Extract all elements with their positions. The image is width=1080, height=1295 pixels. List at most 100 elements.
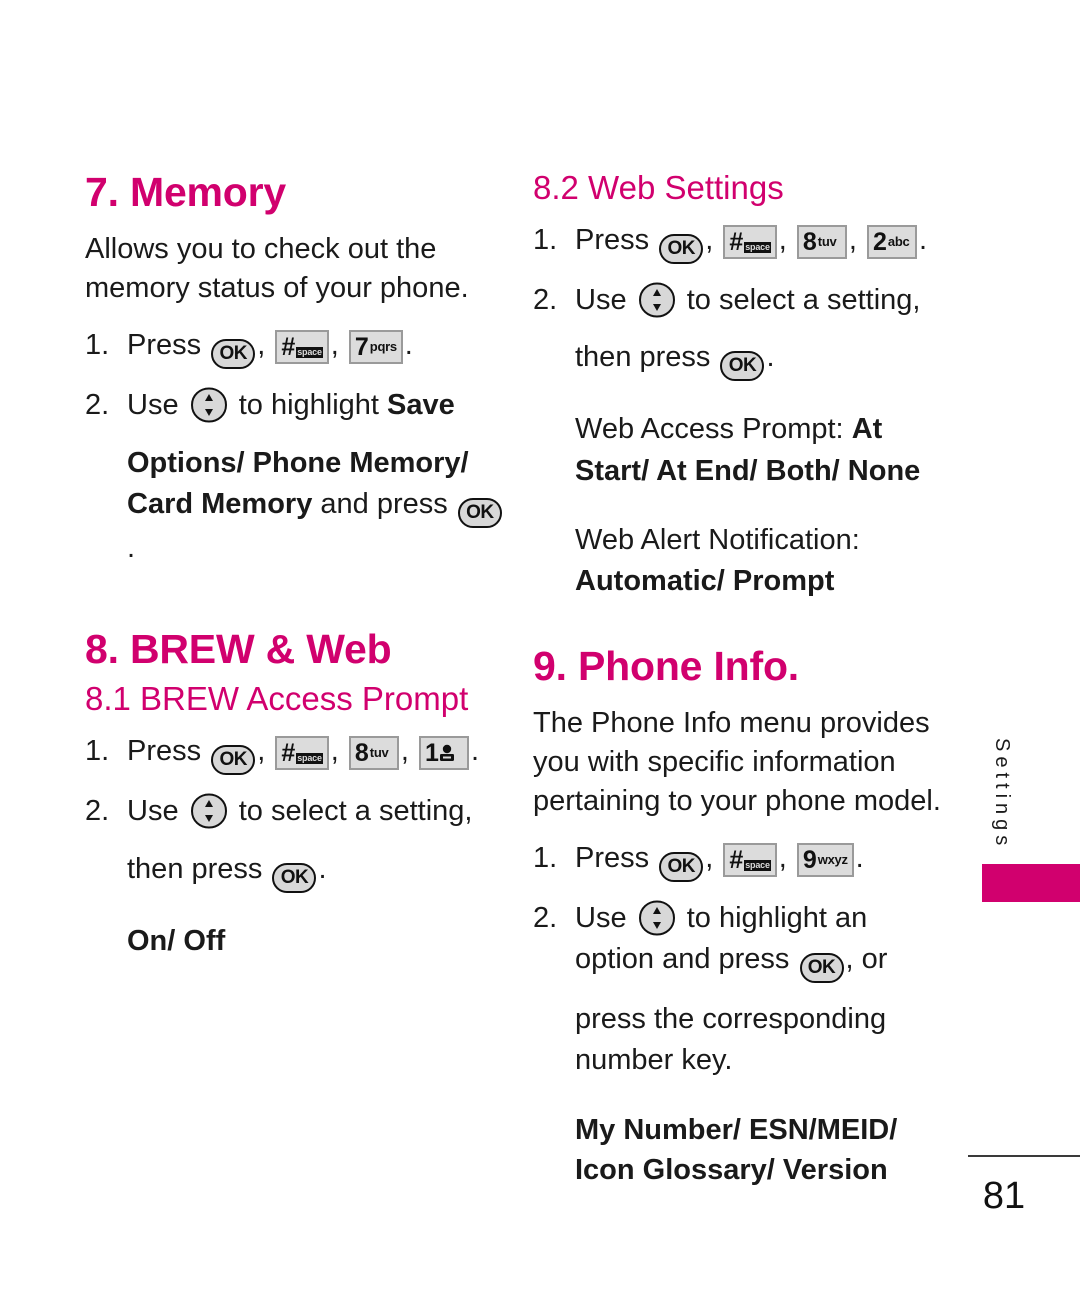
web-settings-step-1-press-label: Press	[575, 224, 650, 257]
voicemail-icon	[438, 742, 456, 774]
web-settings-step-2-continued: then press OK.	[533, 337, 953, 382]
phone-info-step-1: 1. Press OK, # space, 9 wxyz.	[533, 838, 953, 883]
eight-tuv-key-icon[interactable]: 8 tuv	[348, 736, 399, 771]
hash-space-key-icon[interactable]: # space	[723, 843, 777, 878]
memory-step-2-tail: and press	[320, 487, 448, 520]
nine-wxyz-key-icon[interactable]: 9 wxyz	[796, 843, 854, 878]
phone-info-step-2-number: 2.	[533, 902, 558, 935]
memory-step-1-period: .	[404, 329, 413, 362]
page-number: 81	[982, 1175, 1026, 1217]
eight-tuv-key-icon[interactable]: 8 tuv	[796, 225, 847, 260]
brew-step-2-number: 2.	[85, 795, 110, 828]
memory-step-1-comma-1: ,	[257, 329, 266, 362]
phone-info-step-1-press-label: Press	[575, 842, 650, 875]
phone-info-options-values: My Number/ ESN/MEID/ Icon Glossary/ Vers…	[575, 1113, 898, 1186]
navigation-key-icon[interactable]	[190, 387, 228, 423]
lock-icon	[744, 230, 771, 253]
brew-step-2-mid-text: to select a setting,	[238, 795, 473, 828]
brew-step-2-use-label: Use	[127, 795, 179, 828]
side-tab-block	[982, 864, 1080, 902]
ok-key-icon[interactable]: OK	[799, 953, 844, 984]
memory-step-2-period: .	[127, 531, 136, 564]
navigation-key-icon[interactable]	[190, 793, 228, 829]
ok-key-icon[interactable]: OK	[659, 852, 704, 883]
brew-options-values: On/ Off	[127, 924, 226, 957]
hash-space-key-icon[interactable]: # space	[275, 736, 329, 771]
heading-phone-info: 9. Phone Info.	[533, 643, 799, 690]
lock-icon	[744, 848, 771, 871]
memory-intro-text: Allows you to check out the memory statu…	[85, 233, 469, 304]
ok-key-icon[interactable]: OK	[659, 234, 704, 265]
ok-key-icon[interactable]: OK	[272, 862, 317, 893]
brew-step-1-comma-2: ,	[330, 735, 339, 768]
phone-info-step-2: 2. Use to highlight an option and press O…	[533, 898, 953, 984]
lock-icon	[296, 335, 323, 358]
web-settings-step-1-comma-3: ,	[848, 224, 857, 257]
navigation-key-icon[interactable]	[638, 900, 676, 936]
hash-space-key-icon[interactable]: # space	[723, 225, 777, 260]
phone-info-step-1-number: 1.	[533, 842, 558, 875]
ok-key-icon[interactable]: OK	[457, 497, 502, 528]
web-settings-step-2-then-press: then press	[575, 341, 711, 374]
ok-key-icon[interactable]: OK	[211, 745, 256, 776]
navigation-key-icon[interactable]	[638, 282, 676, 318]
web-settings-step-2-number: 2.	[533, 284, 558, 317]
footer-rule	[968, 1155, 1080, 1157]
memory-step-2-mid-text: to highlight	[238, 389, 379, 422]
memory-step-2-use-label: Use	[127, 389, 179, 422]
memory-step-2-number: 2.	[85, 389, 110, 422]
memory-step-2-continued: Options/ Phone Memory/ Card Memory and p…	[85, 443, 505, 569]
right-column: 8.2 Web Settings 1. Press OK, # space, 8 tu…	[533, 169, 953, 1206]
two-abc-key-icon[interactable]: 2 abc	[867, 225, 918, 260]
web-settings-step-2-use-label: Use	[575, 284, 627, 317]
memory-step-1: 1. Press OK, # space, 7 pqrs.	[85, 325, 505, 370]
memory-step-2: 2. Use to highlight Save	[85, 385, 505, 426]
heading-web-settings: 8.2 Web Settings	[533, 169, 784, 206]
web-access-prompt-setting: Web Access Prompt: At Start/ At End/ Bot…	[533, 409, 953, 491]
brew-step-1-comma-1: ,	[257, 735, 266, 768]
memory-step-2-bold-inline: Save	[387, 389, 455, 422]
hash-space-key-icon[interactable]: # space	[275, 330, 329, 365]
memory-step-1-number: 1.	[85, 329, 110, 362]
web-alert-notification-setting: Web Alert Notification: Automatic/ Promp…	[533, 520, 953, 602]
seven-pqrs-key-icon[interactable]: 7 pqrs	[348, 330, 403, 365]
one-voicemail-key-icon[interactable]: 1	[419, 736, 470, 771]
phone-info-step-2-comma: , or	[845, 943, 888, 976]
brew-step-2-continued: then press OK.	[85, 849, 505, 893]
web-access-prompt-label: Web Access Prompt:	[575, 413, 844, 446]
phone-info-intro-text: The Phone Info menu provides you with sp…	[533, 707, 941, 817]
lock-icon	[296, 741, 323, 764]
memory-step-1-comma-2: ,	[330, 329, 339, 362]
brew-step-2-then-press: then press	[127, 852, 263, 885]
brew-step-1-press-label: Press	[127, 735, 202, 768]
web-settings-step-1-comma-1: ,	[705, 224, 714, 257]
brew-step-1-comma-3: ,	[400, 735, 409, 768]
brew-step-2: 2. Use to select a setting,	[85, 791, 505, 832]
web-alert-notification-label: Web Alert Notification:	[575, 523, 860, 556]
phone-info-step-2-use-label: Use	[575, 902, 627, 935]
phone-info-step-2-continued: press the corresponding number key.	[575, 1003, 887, 1077]
brew-step-1-period: .	[471, 735, 480, 768]
phone-info-step-1-period: .	[855, 842, 864, 875]
manual-page: 7. Memory Allows you to check out the me…	[0, 0, 1080, 1295]
memory-step-1-press-label: Press	[127, 329, 202, 362]
phone-info-step-1-comma-2: ,	[778, 842, 787, 875]
web-alert-notification-values: Automatic/ Prompt	[575, 564, 835, 597]
web-settings-step-2: 2. Use to select a setting,	[533, 280, 953, 321]
brew-step-2-period: .	[318, 852, 327, 885]
heading-brew-web: 8. BREW & Web	[85, 625, 392, 672]
heading-brew-access-prompt: 8.1 BREW Access Prompt	[85, 680, 469, 718]
phone-info-step-1-comma-1: ,	[705, 842, 714, 875]
ok-key-icon[interactable]: OK	[720, 351, 765, 382]
ok-key-icon[interactable]: OK	[211, 339, 256, 370]
web-settings-step-1: 1. Press OK, # space, 8 tuv, 2 abc.	[533, 220, 953, 265]
heading-memory: 7. Memory	[85, 169, 286, 215]
web-settings-step-2-mid-text: to select a setting,	[686, 284, 921, 317]
brew-step-1: 1. Press OK, # space, 8 tuv, 1.	[85, 731, 505, 776]
